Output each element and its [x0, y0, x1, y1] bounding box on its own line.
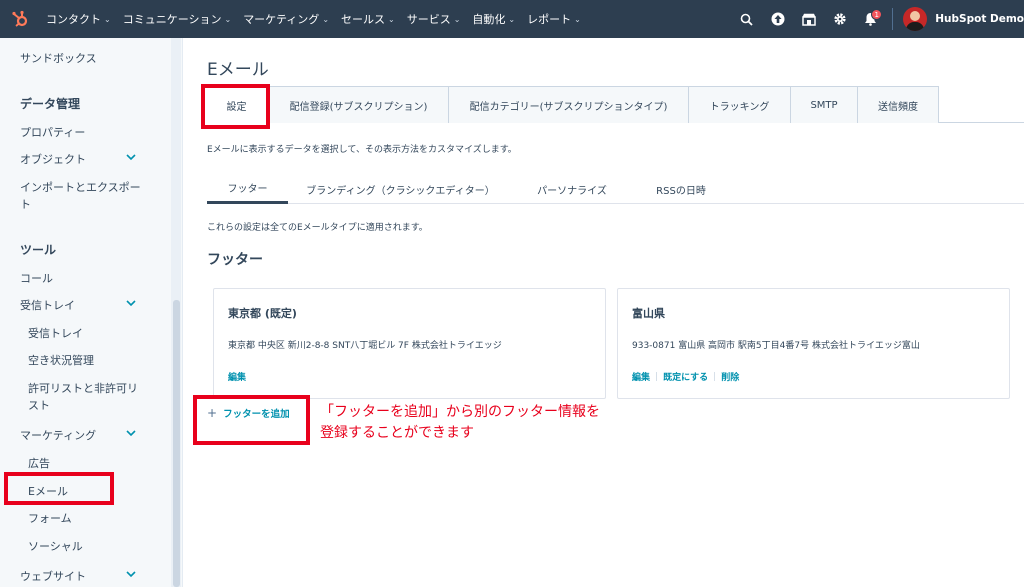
nav-label: コミュニケーション — [122, 13, 222, 26]
action-separator: | — [655, 371, 659, 382]
chevron-down-icon[interactable] — [125, 297, 137, 309]
edit-link[interactable]: 編集 — [228, 370, 246, 383]
nav-label: 自動化 — [472, 13, 506, 26]
notification-bell-icon[interactable]: 1 — [855, 0, 886, 38]
chevron-down-icon[interactable] — [125, 568, 137, 580]
page-title: Eメール — [207, 60, 269, 80]
footer-card-address: 東京都 中央区 新川2-8-8 SNT八丁堀ビル 7F 株式会社トライエッジ — [228, 341, 502, 351]
nav-automation[interactable]: 自動化 ⌄ — [466, 11, 521, 27]
chevron-down-icon[interactable] — [125, 151, 137, 163]
sidebar-item-allow-list-wrap[interactable]: スト — [28, 397, 50, 413]
nav-label: レポート — [527, 13, 572, 26]
settings-description: Eメールに表示するデータを選択して、その表示方法をカスタマイズします。 — [207, 145, 517, 155]
settings-note: これらの設定は全てのEメールタイプに適用されます。 — [207, 223, 428, 233]
highlight-box-settings-tab — [201, 84, 270, 129]
highlight-box-add-footer — [193, 395, 310, 445]
subtab-branding[interactable]: ブランディング（クラシックエディター） — [288, 174, 513, 204]
highlight-box-email-sidebar — [4, 472, 114, 505]
subtab-personalization[interactable]: パーソナライズ — [513, 174, 631, 204]
sidebar-item-availability[interactable]: 空き状況管理 — [28, 352, 94, 368]
sidebar-item-import-export-wrap[interactable]: ト — [20, 196, 31, 212]
annotation-line: 登録することができます — [320, 425, 474, 441]
subtab-rss-date[interactable]: RSSの日時 — [631, 174, 731, 204]
search-icon[interactable] — [731, 0, 762, 38]
footer-card-title: 富山県 — [632, 307, 665, 320]
nav-marketing[interactable]: マーケティング ⌄ — [237, 11, 335, 27]
nav-label: マーケティング — [243, 13, 320, 26]
nav-divider — [892, 8, 894, 30]
account-name[interactable]: HubSpot Demo — [935, 13, 1024, 25]
chevron-down-icon: ⌄ — [574, 14, 581, 24]
footer-card-address: 933-0871 富山県 高岡市 駅南5丁目4番7号 株式会社トライエッジ富山 — [632, 341, 920, 351]
chevron-down-icon: ⌄ — [104, 14, 111, 24]
sidebar-item-inbox[interactable]: 受信トレイ — [28, 325, 83, 341]
user-avatar[interactable] — [903, 7, 928, 31]
footer-card-toyama: 富山県 933-0871 富山県 高岡市 駅南5丁目4番7号 株式会社トライエッ… — [617, 288, 1010, 399]
tab-smtp[interactable]: SMTP — [790, 86, 858, 123]
footer-card-actions: 編集 — [228, 370, 246, 383]
upgrade-icon[interactable] — [762, 0, 793, 38]
sidebar-item-allow-list[interactable]: 許可リストと非許可リ — [28, 380, 138, 396]
delete-link[interactable]: 削除 — [721, 370, 739, 383]
chevron-down-icon: ⌄ — [322, 14, 330, 24]
sidebar-item-ads[interactable]: 広告 — [28, 455, 50, 471]
footer-card-actions: 編集 | 既定にする | 削除 — [632, 370, 739, 384]
hubspot-logo-icon[interactable] — [0, 0, 40, 38]
tab-subscriptions[interactable]: 配信登録(サブスクリプション) — [268, 86, 449, 123]
annotation-line: 「フッターを追加」から別のフッター情報を — [320, 404, 600, 420]
subtab-footer[interactable]: フッター — [207, 174, 288, 204]
nav-label: セールス — [341, 13, 386, 26]
sidebar-scrollbar-thumb[interactable] — [173, 300, 180, 587]
nav-label: サービス — [406, 13, 451, 26]
nav-right-tools: 1 HubSpot Demo — [731, 0, 1024, 38]
sidebar-item-import-export[interactable]: インポートとエクスポー — [20, 179, 141, 195]
set-default-link[interactable]: 既定にする — [663, 370, 708, 383]
sidebar-item-social[interactable]: ソーシャル — [28, 538, 83, 554]
tab-send-frequency[interactable]: 送信頻度 — [857, 86, 939, 123]
sidebar-item-forms[interactable]: フォーム — [28, 510, 72, 526]
gear-icon[interactable] — [824, 0, 855, 38]
nav-label: コンタクト — [46, 13, 101, 26]
marketplace-icon[interactable] — [793, 0, 824, 38]
chevron-down-icon[interactable] — [125, 427, 137, 439]
footer-card-title: 東京都 (既定) — [228, 307, 297, 320]
chevron-down-icon: ⌄ — [453, 14, 461, 24]
settings-tabs: 設定 配信登録(サブスクリプション) 配信カテゴリー(サブスクリプションタイプ)… — [204, 86, 1024, 124]
main-menu: コンタクト ⌄ コミュニケーション ⌄ マーケティング ⌄ セールス ⌄ サービス ⌄ 自… — [40, 0, 587, 38]
email-settings-subtabs: フッター ブランディング（クラシックエディター） パーソナライズ RSSの日時 — [207, 174, 1024, 204]
notification-count-badge: 1 — [871, 9, 883, 20]
sidebar-item-sandbox[interactable]: サンドボックス — [20, 50, 97, 66]
chevron-down-icon: ⌄ — [388, 14, 395, 24]
sidebar-heading-tools: ツール — [20, 243, 57, 257]
chevron-down-icon: ⌄ — [224, 14, 232, 24]
nav-reports[interactable]: レポート ⌄ — [521, 11, 587, 27]
sidebar-item-calling[interactable]: コール — [20, 270, 53, 286]
sidebar-group-inbox[interactable]: 受信トレイ — [20, 297, 75, 313]
tab-tracking[interactable]: トラッキング — [688, 86, 791, 123]
nav-conversations[interactable]: コミュニケーション ⌄ — [117, 11, 237, 27]
edit-link[interactable]: 編集 — [632, 370, 650, 383]
nav-sales[interactable]: セールス ⌄ — [335, 11, 401, 27]
top-navigation-bar: コンタクト ⌄ コミュニケーション ⌄ マーケティング ⌄ セールス ⌄ サービス ⌄ 自… — [0, 0, 1024, 38]
settings-main-panel: Eメール 設定 配信登録(サブスクリプション) 配信カテゴリー(サブスクリプショ… — [184, 38, 1024, 587]
footer-card-tokyo: 東京都 (既定) 東京都 中央区 新川2-8-8 SNT八丁堀ビル 7F 株式会… — [213, 288, 606, 399]
sidebar-item-properties[interactable]: プロパティー — [20, 124, 85, 140]
section-title-footer: フッター — [207, 252, 263, 268]
sidebar-group-marketing[interactable]: マーケティング — [20, 427, 96, 443]
action-separator: | — [713, 371, 717, 382]
annotation-callout: 「フッターを追加」から別のフッター情報を 登録することができます — [320, 402, 600, 444]
sidebar-heading-data-management: データ管理 — [20, 97, 81, 111]
chevron-down-icon: ⌄ — [508, 14, 516, 24]
sidebar-group-website[interactable]: ウェブサイト — [20, 568, 86, 584]
nav-contacts[interactable]: コンタクト ⌄ — [40, 11, 117, 27]
nav-service[interactable]: サービス ⌄ — [401, 11, 467, 27]
sidebar-item-objects[interactable]: オブジェクト — [20, 151, 86, 167]
tab-subscription-types[interactable]: 配信カテゴリー(サブスクリプションタイプ) — [448, 86, 689, 123]
